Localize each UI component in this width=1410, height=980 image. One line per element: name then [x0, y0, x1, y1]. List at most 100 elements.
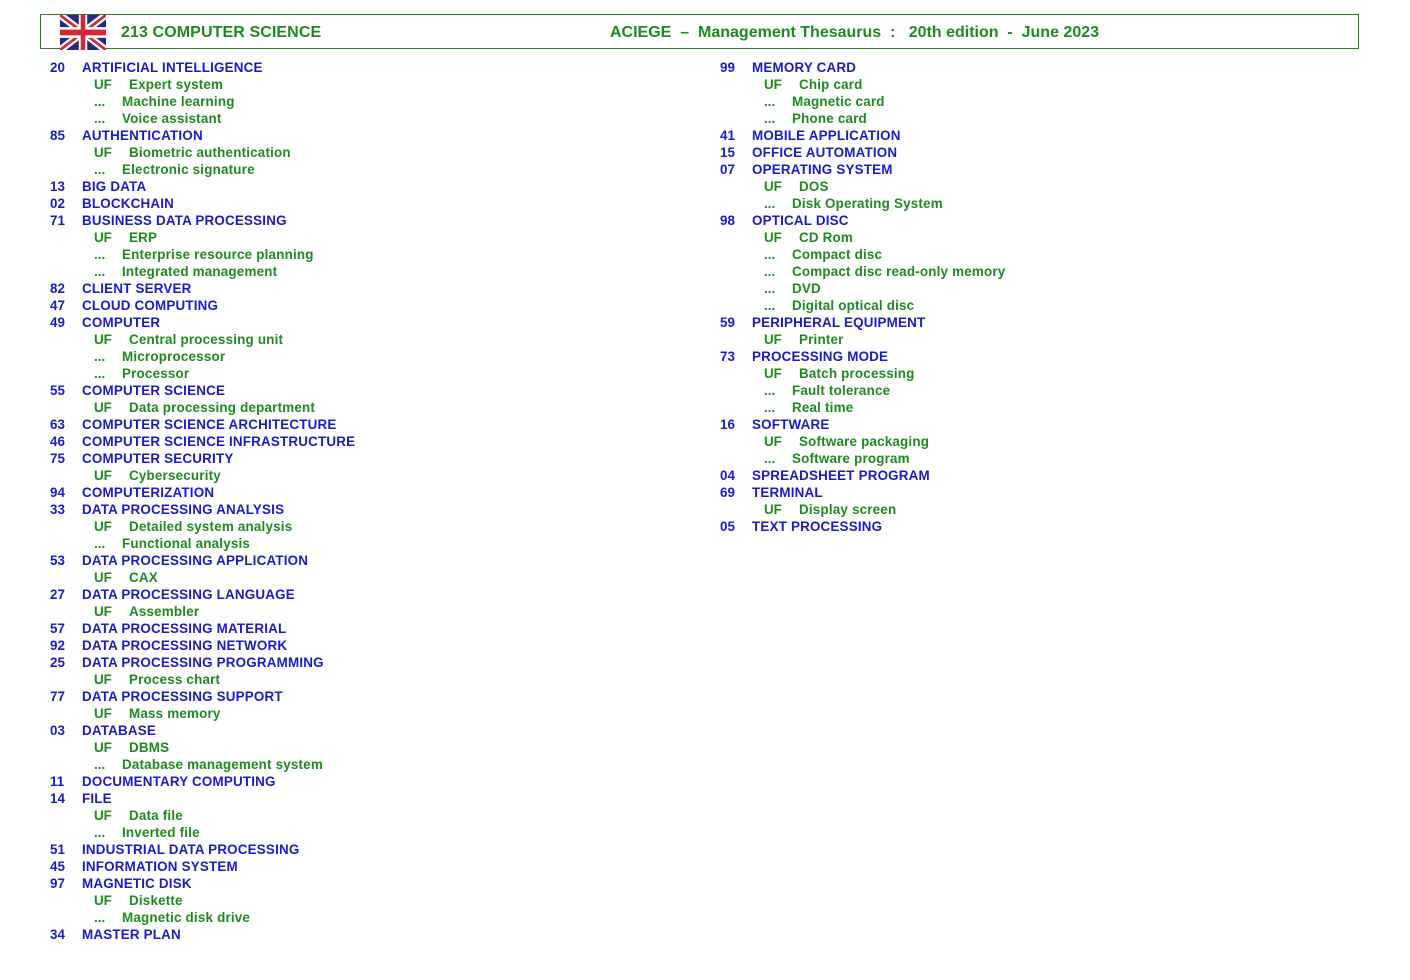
entry-code: 03: [50, 723, 65, 738]
used-for-term: CAX: [129, 570, 158, 585]
entry-code: 69: [720, 485, 735, 500]
entry-term[interactable]: TERMINAL: [752, 484, 823, 501]
entry-code: 07: [720, 162, 735, 177]
entry-term[interactable]: DATA PROCESSING NETWORK: [82, 637, 287, 654]
entry-code: 46: [50, 434, 65, 449]
entry-code: 75: [50, 451, 65, 466]
related-term: Software program: [792, 451, 910, 466]
uf-label: UF: [94, 77, 112, 92]
entry-code: 57: [50, 621, 65, 636]
ellipsis-marker: ...: [94, 162, 106, 177]
entry-term[interactable]: ARTIFICIAL INTELLIGENCE: [82, 59, 263, 76]
entry-term[interactable]: CLIENT SERVER: [82, 280, 192, 297]
entry-term[interactable]: OFFICE AUTOMATION: [752, 144, 897, 161]
related-term: Compact disc read-only memory: [792, 264, 1006, 279]
entry-term[interactable]: DATA PROCESSING PROGRAMMING: [82, 654, 324, 671]
entry-code: 98: [720, 213, 735, 228]
entry-term[interactable]: PERIPHERAL EQUIPMENT: [752, 314, 925, 331]
entry-term[interactable]: COMPUTER SCIENCE INFRASTRUCTURE: [82, 433, 355, 450]
entry-term[interactable]: DATA PROCESSING MATERIAL: [82, 620, 286, 637]
entry-term[interactable]: COMPUTER SCIENCE ARCHITECTURE: [82, 416, 337, 433]
entry-term[interactable]: MEMORY CARD: [752, 59, 856, 76]
ellipsis-marker: ...: [94, 910, 106, 925]
entry-term[interactable]: COMPUTER SCIENCE: [82, 382, 225, 399]
ellipsis-marker: ...: [94, 264, 106, 279]
ellipsis-marker: ...: [764, 281, 776, 296]
entry-term[interactable]: TEXT PROCESSING: [752, 518, 882, 535]
entry-code: 77: [50, 689, 65, 704]
ellipsis-marker: ...: [94, 757, 106, 772]
uf-label: UF: [94, 145, 112, 160]
entry-term[interactable]: MASTER PLAN: [82, 926, 181, 943]
entry-term[interactable]: DATA PROCESSING SUPPORT: [82, 688, 283, 705]
related-term: Voice assistant: [122, 111, 222, 126]
entry-code: 49: [50, 315, 65, 330]
entry-code: 99: [720, 60, 735, 75]
entry-code: 94: [50, 485, 65, 500]
related-term: Digital optical disc: [792, 298, 915, 313]
entry-term[interactable]: SOFTWARE: [752, 416, 829, 433]
ellipsis-marker: ...: [764, 400, 776, 415]
entry-code: 51: [50, 842, 65, 857]
entry-term[interactable]: SPREADSHEET PROGRAM: [752, 467, 930, 484]
entry-code: 63: [50, 417, 65, 432]
related-term: Magnetic disk drive: [122, 910, 251, 925]
ellipsis-marker: ...: [94, 247, 106, 262]
entry-term[interactable]: DATA PROCESSING LANGUAGE: [82, 586, 295, 603]
entry-code: 85: [50, 128, 65, 143]
entry-term[interactable]: BUSINESS DATA PROCESSING: [82, 212, 287, 229]
entry-code: 14: [50, 791, 65, 806]
entry-code: 16: [720, 417, 735, 432]
entry-term[interactable]: OPERATING SYSTEM: [752, 161, 893, 178]
uf-label: UF: [94, 519, 112, 534]
uf-label: UF: [94, 706, 112, 721]
entry-term[interactable]: DATABASE: [82, 722, 156, 739]
related-term: Fault tolerance: [792, 383, 891, 398]
ellipsis-marker: ...: [94, 94, 106, 109]
entry-term[interactable]: AUTHENTICATION: [82, 127, 203, 144]
entry-code: 59: [720, 315, 735, 330]
used-for-term: DOS: [799, 179, 829, 194]
uf-label: UF: [94, 400, 112, 415]
entry-term[interactable]: DATA PROCESSING ANALYSIS: [82, 501, 284, 518]
related-term: DVD: [792, 281, 821, 296]
related-term: Magnetic card: [792, 94, 885, 109]
used-for-term: ERP: [129, 230, 158, 245]
entry-code: 25: [50, 655, 65, 670]
uf-label: UF: [94, 570, 112, 585]
used-for-term: Data file: [129, 808, 183, 823]
entry-term[interactable]: COMPUTER SECURITY: [82, 450, 233, 467]
ellipsis-marker: ...: [764, 264, 776, 279]
entry-term[interactable]: MOBILE APPLICATION: [752, 127, 901, 144]
entry-term[interactable]: MAGNETIC DISK: [82, 875, 192, 892]
related-term: Integrated management: [122, 264, 278, 279]
entry-term[interactable]: DATA PROCESSING APPLICATION: [82, 552, 308, 569]
related-term: Database management system: [122, 757, 323, 772]
used-for-term: Assembler: [129, 604, 200, 619]
entry-term[interactable]: INFORMATION SYSTEM: [82, 858, 238, 875]
uk-flag-icon: [60, 15, 106, 50]
used-for-term: Software packaging: [799, 434, 930, 449]
used-for-term: Detailed system analysis: [129, 519, 293, 534]
entry-code: 04: [720, 468, 735, 483]
ellipsis-marker: ...: [764, 383, 776, 398]
ellipsis-marker: ...: [94, 825, 106, 840]
used-for-term: Chip card: [799, 77, 863, 92]
entry-term[interactable]: PROCESSING MODE: [752, 348, 888, 365]
entry-term[interactable]: DOCUMENTARY COMPUTING: [82, 773, 276, 790]
entry-term[interactable]: COMPUTER: [82, 314, 160, 331]
entry-term[interactable]: COMPUTERIZATION: [82, 484, 214, 501]
related-term: Real time: [792, 400, 854, 415]
used-for-term: DBMS: [129, 740, 170, 755]
entry-code: 27: [50, 587, 65, 602]
uf-label: UF: [94, 740, 112, 755]
used-for-term: Mass memory: [129, 706, 221, 721]
entry-term[interactable]: BLOCKCHAIN: [82, 195, 174, 212]
entry-term[interactable]: FILE: [82, 790, 112, 807]
entry-term[interactable]: BIG DATA: [82, 178, 146, 195]
entry-term[interactable]: INDUSTRIAL DATA PROCESSING: [82, 841, 299, 858]
uf-label: UF: [764, 366, 782, 381]
entry-term[interactable]: OPTICAL DISC: [752, 212, 849, 229]
ellipsis-marker: ...: [764, 298, 776, 313]
entry-term[interactable]: CLOUD COMPUTING: [82, 297, 218, 314]
